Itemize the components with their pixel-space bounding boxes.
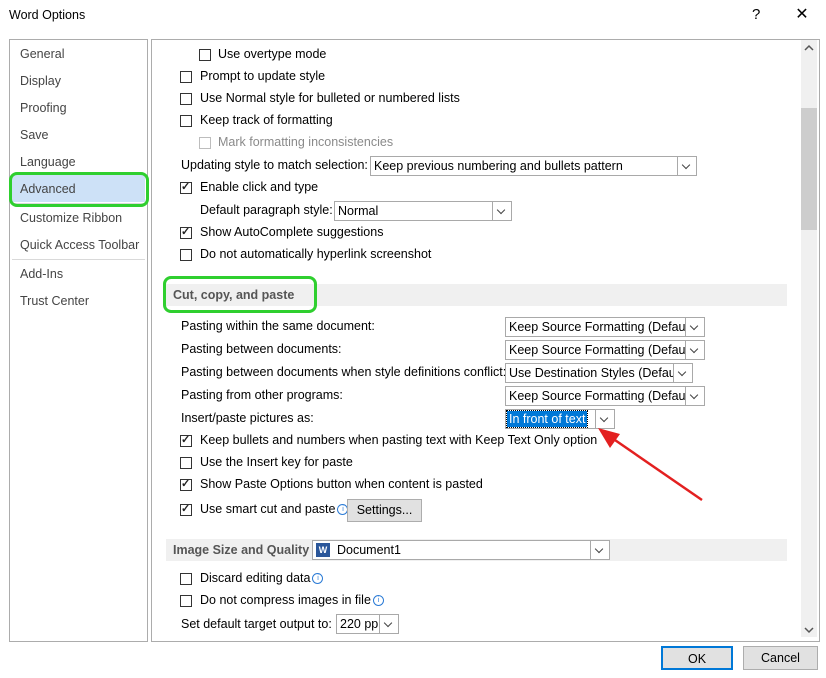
nav-item-general[interactable]: General — [20, 47, 64, 61]
cancel-button[interactable]: Cancel — [743, 646, 818, 670]
keep-bullets-label: Keep bullets and numbers when pasting te… — [200, 433, 598, 447]
target-output-value: 220 ppi — [340, 617, 382, 631]
smart-cut-label: Use smart cut and paste i — [200, 502, 349, 516]
chevron-down-icon — [685, 318, 704, 336]
paste-conflict-value: Use Destination Styles (Default) — [509, 366, 687, 380]
scroll-up-arrow-icon[interactable] — [801, 40, 817, 56]
advanced-highlight-annotation — [9, 172, 149, 207]
annotation-arrow — [598, 428, 703, 502]
no-hyperlink-checkbox[interactable] — [180, 249, 192, 261]
discard-editing-checkbox[interactable] — [180, 573, 192, 585]
chevron-down-icon — [673, 364, 692, 382]
nav-item-proofing[interactable]: Proofing — [20, 101, 67, 115]
nav-item-quick-access-toolbar[interactable]: Quick Access Toolbar — [20, 238, 139, 252]
chevron-down-icon — [379, 615, 398, 633]
paste-options-label: Show Paste Options button when content i… — [200, 477, 483, 491]
paste-same-doc-dropdown[interactable]: Keep Source Formatting (Default) — [505, 317, 705, 337]
section-title: Image Size and Quality — [173, 543, 310, 557]
smart-cut-text: Use smart cut and paste — [200, 502, 336, 516]
keep-track-checkbox[interactable] — [180, 115, 192, 127]
paste-same-doc-label: Pasting within the same document: — [181, 319, 375, 333]
ok-button[interactable]: OK — [661, 646, 733, 670]
nav-item-save[interactable]: Save — [20, 128, 49, 142]
prompt-update-style-checkbox[interactable] — [180, 71, 192, 83]
scroll-down-arrow-glyph — [804, 627, 814, 634]
paste-other-programs-dropdown[interactable]: Keep Source Formatting (Default) — [505, 386, 705, 406]
annotation-arrow-head — [598, 428, 620, 448]
keep-track-label: Keep track of formatting — [200, 113, 333, 127]
help-button[interactable]: ? — [752, 6, 760, 23]
discard-editing-label: Discard editing data i — [200, 571, 324, 585]
no-compress-text: Do not compress images in file — [200, 593, 371, 607]
title-bar: Word Options ? ✕ — [0, 0, 826, 32]
nav-item-language[interactable]: Language — [20, 155, 76, 169]
nav-item-trust-center[interactable]: Trust Center — [20, 294, 89, 308]
paste-pictures-value: In front of text — [505, 410, 589, 428]
default-paragraph-value: Normal — [338, 204, 379, 218]
nav-item-customize-ribbon[interactable]: Customize Ribbon — [20, 211, 122, 225]
paste-conflict-label: Pasting between documents when style def… — [181, 365, 507, 379]
smart-cut-checkbox[interactable] — [180, 502, 192, 516]
insert-key-label: Use the Insert key for paste — [200, 455, 353, 469]
mark-formatting-checkbox[interactable] — [199, 137, 211, 149]
chevron-down-icon — [590, 541, 609, 559]
normal-style-checkbox[interactable] — [180, 93, 192, 105]
paste-other-programs-label: Pasting from other programs: — [181, 388, 343, 402]
chevron-down-icon — [685, 387, 704, 405]
discard-editing-text: Discard editing data — [200, 571, 311, 585]
scroll-down-arrow-icon[interactable] — [801, 622, 817, 638]
window-title: Word Options — [9, 8, 86, 22]
overtype-checkbox[interactable] — [199, 49, 211, 61]
updating-style-label: Updating style to match selection: — [181, 158, 368, 172]
info-icon: i — [372, 595, 384, 606]
paste-pictures-label: Insert/paste pictures as: — [181, 411, 314, 425]
paste-same-doc-value: Keep Source Formatting (Default) — [509, 320, 696, 334]
image-size-document-value: Document1 — [337, 543, 401, 557]
settings-button[interactable]: Settings... — [347, 499, 422, 522]
keep-bullets-checkbox[interactable] — [180, 433, 192, 447]
nav-item-display[interactable]: Display — [20, 74, 61, 88]
normal-style-label: Use Normal style for bulleted or numbere… — [200, 91, 460, 105]
section-highlight-annotation — [163, 276, 317, 313]
annotation-arrow-shaft — [611, 436, 703, 502]
click-and-type-label: Enable click and type — [200, 180, 319, 194]
info-icon: i — [312, 573, 324, 584]
paste-conflict-dropdown[interactable]: Use Destination Styles (Default) — [505, 363, 693, 383]
insert-key-checkbox[interactable] — [180, 457, 192, 469]
image-size-document-dropdown[interactable]: W Document1 — [312, 540, 610, 560]
scrollbar-thumb[interactable] — [801, 108, 817, 230]
paste-between-docs-value: Keep Source Formatting (Default) — [509, 343, 696, 357]
nav-separator — [12, 259, 145, 260]
chevron-down-icon — [685, 341, 704, 359]
default-paragraph-dropdown[interactable]: Normal — [334, 201, 512, 221]
close-button[interactable]: ✕ — [790, 3, 814, 27]
no-hyperlink-label: Do not automatically hyperlink screensho… — [200, 247, 432, 261]
updating-style-value: Keep previous numbering and bullets patt… — [374, 159, 623, 173]
target-output-dropdown[interactable]: 220 ppi — [336, 614, 399, 634]
prompt-update-style-label: Prompt to update style — [200, 69, 326, 83]
default-paragraph-label: Default paragraph style: — [200, 203, 333, 217]
click-and-type-checkbox[interactable] — [180, 180, 192, 194]
target-output-label: Set default target output to: — [181, 617, 332, 631]
autocomplete-label: Show AutoComplete suggestions — [200, 225, 384, 239]
overtype-label: Use overtype mode — [218, 47, 327, 61]
paste-between-docs-label: Pasting between documents: — [181, 342, 342, 356]
paste-between-docs-dropdown[interactable]: Keep Source Formatting (Default) — [505, 340, 705, 360]
updating-style-dropdown[interactable]: Keep previous numbering and bullets patt… — [370, 156, 697, 176]
paste-other-programs-value: Keep Source Formatting (Default) — [509, 389, 696, 403]
paste-options-checkbox[interactable] — [180, 477, 192, 491]
nav-item-add-ins[interactable]: Add-Ins — [20, 267, 63, 281]
mark-formatting-label: Mark formatting inconsistencies — [218, 135, 394, 149]
chevron-down-icon — [492, 202, 511, 220]
scroll-up-arrow-glyph — [804, 44, 814, 51]
word-document-icon: W — [316, 543, 330, 557]
autocomplete-checkbox[interactable] — [180, 225, 192, 239]
chevron-down-icon — [677, 157, 696, 175]
no-compress-checkbox[interactable] — [180, 595, 192, 607]
no-compress-label: Do not compress images in file i — [200, 593, 384, 607]
